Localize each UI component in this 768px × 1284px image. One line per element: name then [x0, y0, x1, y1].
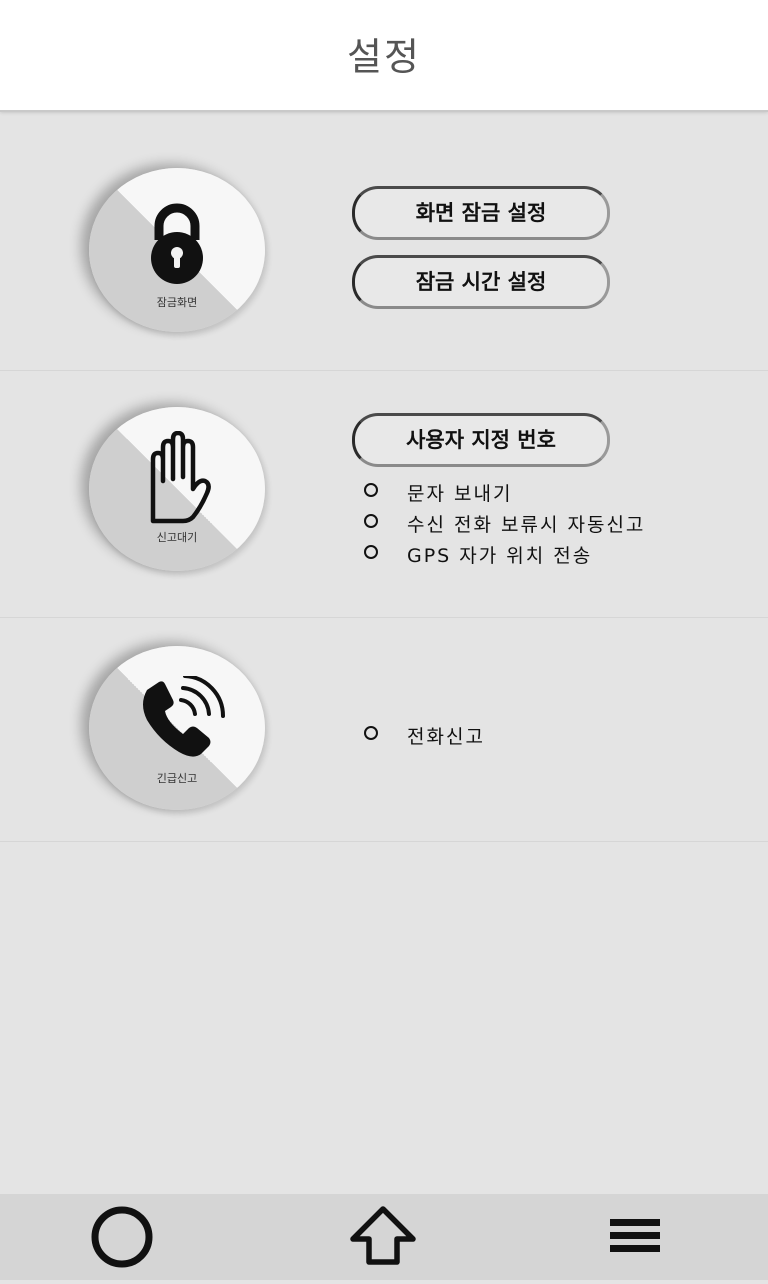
back-button[interactable] [62, 1194, 182, 1280]
option-label: 전화신고 [407, 726, 485, 748]
emergency-report-disc[interactable]: 긴급신고 [89, 646, 265, 810]
report-standby-label: 신고대기 [156, 531, 198, 544]
phone-ringing-icon [143, 676, 226, 757]
home-button[interactable] [323, 1194, 443, 1280]
custom-number-button[interactable]: 사용자 지정 번호 [352, 413, 610, 467]
screen-lock-settings-button[interactable]: 화면 잠금 설정 [352, 186, 610, 240]
lock-screen-disc[interactable]: 잠금화면 [89, 168, 265, 332]
option-label: 수신 전화 보류시 자동신고 [407, 514, 646, 536]
radio-icon[interactable] [364, 514, 378, 528]
lock-time-settings-button[interactable]: 잠금 시간 설정 [352, 255, 610, 309]
emergency-report-label: 긴급신고 [156, 772, 198, 785]
circle-icon [91, 1206, 153, 1268]
padlock-icon [151, 203, 203, 284]
report-standby-disc[interactable]: 신고대기 [89, 407, 265, 571]
radio-icon[interactable] [364, 483, 378, 497]
menu-button[interactable] [575, 1194, 695, 1280]
report-standby-section: 신고대기 사용자 지정 번호 문자 보내기 수신 전화 보류시 자동신고 GPS… [0, 371, 768, 618]
option-label: 문자 보내기 [407, 483, 513, 505]
navigation-bar [0, 1194, 768, 1280]
page-title: 설정 [347, 35, 421, 79]
emergency-report-section: 긴급신고 전화신고 [0, 618, 768, 842]
menu-icon [610, 1219, 660, 1252]
lock-screen-section: 잠금화면 화면 잠금 설정 잠금 시간 설정 [0, 112, 768, 371]
up-arrow-icon [350, 1206, 416, 1265]
hand-icon [150, 431, 211, 524]
lock-screen-label: 잠금화면 [156, 296, 198, 309]
radio-icon[interactable] [364, 726, 378, 740]
header-bar: 설정 [0, 0, 768, 112]
option-label: GPS 자가 위치 전송 [407, 545, 593, 567]
radio-icon[interactable] [364, 545, 378, 559]
